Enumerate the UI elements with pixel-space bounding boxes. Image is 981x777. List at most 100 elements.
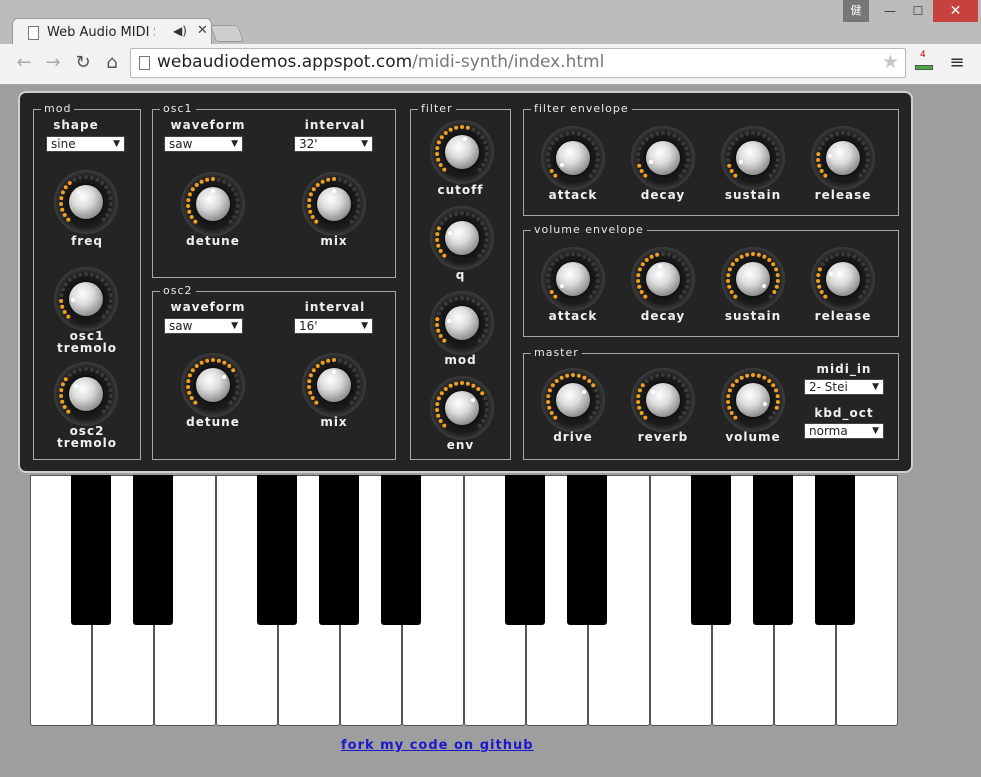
osc2-mix-knob[interactable] xyxy=(302,353,366,417)
knob-led xyxy=(727,163,732,168)
filter-attack-knob[interactable] xyxy=(541,126,605,190)
bookmark-star-icon[interactable]: ★ xyxy=(882,51,899,73)
knob-led xyxy=(565,252,570,257)
url-text[interactable]: webaudiodemos.appspot.com/midi-synth/ind… xyxy=(157,52,604,72)
knob-led xyxy=(639,411,644,416)
close-tab-icon[interactable]: ✕ xyxy=(197,23,208,38)
osc2-waveform-select[interactable]: saw ▼ xyxy=(164,318,243,334)
osc2-interval-select[interactable]: 16' ▼ xyxy=(294,318,373,334)
midi-in-select[interactable]: 2- Stei ▼ xyxy=(804,379,884,395)
filter-env-knob[interactable] xyxy=(430,376,494,440)
knob-led xyxy=(355,373,360,378)
q-knob[interactable] xyxy=(430,206,494,270)
filter-mod-knob[interactable] xyxy=(430,291,494,355)
github-fork-link[interactable]: fork my code on github xyxy=(341,738,534,753)
knob-led xyxy=(438,419,443,424)
back-arrow-icon[interactable]: ← xyxy=(11,50,37,76)
knob-led xyxy=(63,185,68,190)
knob-led xyxy=(66,409,71,414)
midi-in-label: midi_in xyxy=(816,362,872,376)
osc2-tremolo-knob[interactable] xyxy=(54,362,118,426)
knob-led xyxy=(332,358,336,362)
volume-release-knob[interactable] xyxy=(811,247,875,311)
black-key[interactable] xyxy=(381,475,421,625)
knob-led xyxy=(484,317,489,322)
volume-attack-knob[interactable] xyxy=(541,247,605,311)
window-close-icon[interactable]: ✕ xyxy=(933,0,978,22)
knob-led xyxy=(483,311,488,316)
knob-led xyxy=(439,221,444,226)
osc2-interval-value: 16' xyxy=(299,319,318,333)
knob-led xyxy=(307,384,312,389)
menu-icon[interactable]: ≡ xyxy=(944,50,970,76)
reverb-knob[interactable] xyxy=(631,368,695,432)
black-key[interactable] xyxy=(505,475,545,625)
new-tab-button[interactable] xyxy=(209,25,245,42)
knob-cap xyxy=(646,141,680,175)
forward-arrow-icon[interactable]: → xyxy=(40,50,66,76)
knob-led xyxy=(835,131,840,136)
black-key[interactable] xyxy=(319,475,359,625)
osc1-waveform-label: waveform xyxy=(170,118,246,132)
knob-led xyxy=(774,284,779,289)
black-key[interactable] xyxy=(691,475,731,625)
knob-led xyxy=(730,262,735,267)
knob-led xyxy=(476,130,481,135)
knob-led xyxy=(186,203,191,208)
osc1-waveform-select[interactable]: saw ▼ xyxy=(164,136,243,152)
knob-led xyxy=(636,157,641,162)
osc1-tremolo-knob[interactable] xyxy=(54,267,118,331)
osc1-detune-knob[interactable] xyxy=(181,172,245,236)
master-volume-knob[interactable] xyxy=(721,368,785,432)
shape-select[interactable]: sine ▼ xyxy=(46,136,125,152)
knob-led xyxy=(640,262,645,267)
knob-led xyxy=(666,373,671,378)
knob-led xyxy=(190,187,195,192)
filter-decay-knob[interactable] xyxy=(631,126,695,190)
knob-led xyxy=(582,133,587,138)
reload-icon[interactable]: ↻ xyxy=(70,50,96,76)
black-key[interactable] xyxy=(753,475,793,625)
filter-sustain-knob[interactable] xyxy=(721,126,785,190)
knob-led xyxy=(685,278,690,283)
kbd-oct-select[interactable]: norma ▼ xyxy=(804,423,884,439)
knob-led xyxy=(442,167,447,172)
volume-sustain-knob[interactable] xyxy=(721,247,785,311)
user-badge[interactable]: 健 xyxy=(843,0,869,22)
drive-knob[interactable] xyxy=(541,368,605,432)
osc1-interval-select[interactable]: 32' ▼ xyxy=(294,136,373,152)
black-key[interactable] xyxy=(71,475,111,625)
knob-led xyxy=(550,383,555,388)
osc1-mix-knob[interactable] xyxy=(302,172,366,236)
knob-led xyxy=(436,311,441,316)
minimize-icon[interactable]: — xyxy=(877,0,903,22)
knob-led xyxy=(745,252,750,257)
maximize-icon[interactable]: ☐ xyxy=(905,0,931,22)
filter-release-knob[interactable] xyxy=(811,126,875,190)
browser-tab[interactable]: Web Audio MIDI Syn ◀) ✕ xyxy=(12,18,212,46)
knob-led xyxy=(477,253,482,258)
knob-led xyxy=(592,290,597,295)
black-key[interactable] xyxy=(133,475,173,625)
knob-led xyxy=(852,254,857,259)
black-key[interactable] xyxy=(815,475,855,625)
knob-led xyxy=(775,399,780,404)
address-bar[interactable]: webaudiodemos.appspot.com/midi-synth/ind… xyxy=(130,48,906,78)
knob-led xyxy=(308,373,313,378)
freq-knob[interactable] xyxy=(54,170,118,234)
knob-led xyxy=(595,157,600,162)
volume-decay-knob[interactable] xyxy=(631,247,695,311)
master-volume-label: volume xyxy=(725,430,781,444)
knob-led xyxy=(649,133,654,138)
extension-icon[interactable]: 4 xyxy=(912,50,936,74)
knob-led xyxy=(820,262,825,267)
knob-led xyxy=(187,390,192,395)
black-key[interactable] xyxy=(257,475,297,625)
black-key[interactable] xyxy=(567,475,607,625)
cutoff-knob[interactable] xyxy=(430,120,494,184)
knob-led xyxy=(644,378,649,383)
osc2-detune-knob[interactable] xyxy=(181,353,245,417)
knob-led xyxy=(356,203,361,208)
knob-led xyxy=(190,368,195,373)
home-icon[interactable]: ⌂ xyxy=(99,50,125,76)
